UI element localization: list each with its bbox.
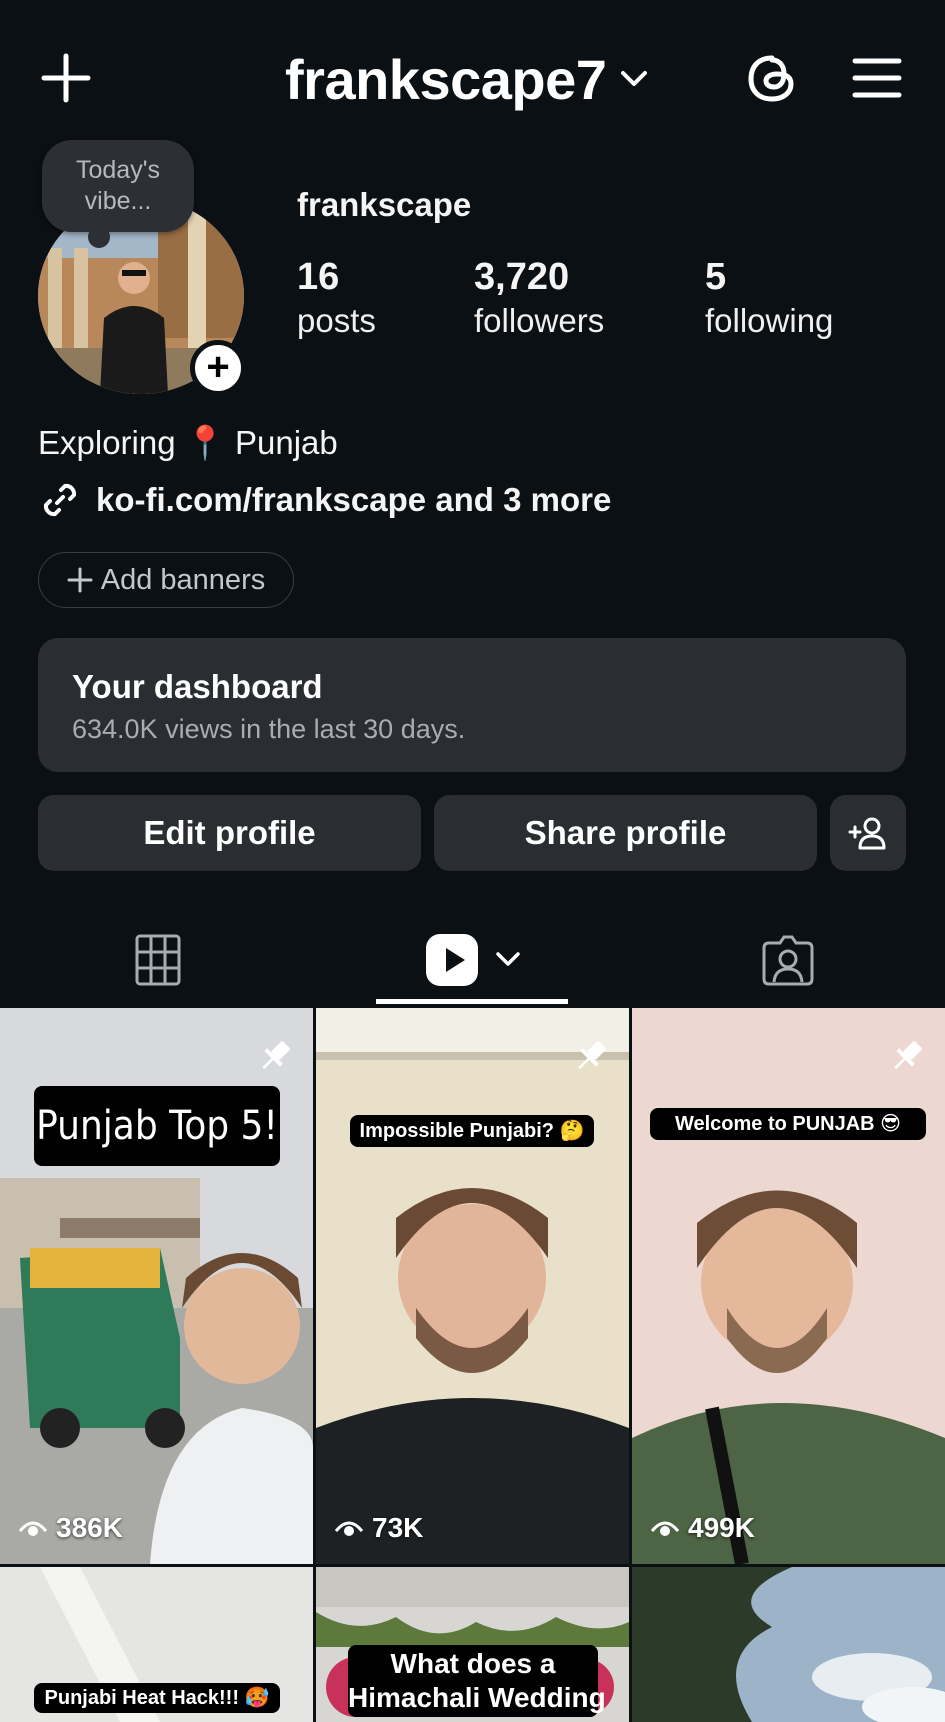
reel-caption: Punjabi Heat Hack!!! 🥵 xyxy=(34,1683,280,1713)
edit-profile-button[interactable]: Edit profile xyxy=(38,795,421,871)
pin-icon xyxy=(262,1041,290,1070)
pin-icon xyxy=(894,1041,922,1070)
menu-button[interactable] xyxy=(852,56,902,100)
chevron-down-icon xyxy=(621,71,648,86)
reel-thumbnail xyxy=(632,1008,945,1564)
add-story-button[interactable]: + xyxy=(190,340,246,396)
threads-icon xyxy=(748,55,794,102)
add-person-icon xyxy=(848,817,886,850)
link-icon xyxy=(43,483,77,517)
plus-icon: + xyxy=(206,345,230,389)
stat-following[interactable]: 5 following xyxy=(705,255,833,343)
eye-icon xyxy=(334,1521,364,1536)
hamburger-menu-icon xyxy=(852,58,902,98)
reel-caption-line: What does a xyxy=(390,1648,556,1679)
note-text: Today's vibe... xyxy=(76,156,160,215)
share-profile-label: Share profile xyxy=(524,814,727,851)
grid-icon xyxy=(135,934,180,986)
threads-button[interactable] xyxy=(744,50,800,106)
stat-followers[interactable]: 3,720 followers xyxy=(474,255,604,343)
view-count: 499K xyxy=(650,1512,755,1544)
stat-label: posts xyxy=(297,302,376,339)
view-count: 386K xyxy=(18,1512,123,1544)
tagged-person-icon xyxy=(762,935,813,986)
add-banners-button[interactable]: Add banners xyxy=(38,552,294,608)
stat-label: followers xyxy=(474,302,605,339)
username-title: frankscape7 xyxy=(285,47,607,111)
add-banners-label: Add banners xyxy=(100,563,266,596)
bio-text: Exploring 📍 Punjab xyxy=(38,424,338,461)
view-count-value: 386K xyxy=(56,1512,123,1543)
reel-caption: Punjab Top 5! xyxy=(34,1086,280,1166)
reel-tile[interactable] xyxy=(632,1567,945,1722)
plus-icon xyxy=(67,567,93,593)
edit-profile-label: Edit profile xyxy=(143,814,316,851)
active-tab-indicator xyxy=(376,999,568,1004)
reel-tile[interactable]: What does a Himachali Wedding xyxy=(316,1567,629,1722)
view-count-value: 499K xyxy=(688,1512,755,1543)
account-switcher[interactable]: frankscape7 xyxy=(285,44,648,114)
stat-value: 16 xyxy=(297,256,340,298)
stat-value: 5 xyxy=(705,256,727,298)
top-bar: frankscape7 xyxy=(0,0,945,150)
reel-tile[interactable]: Punjab Top 5! 386K xyxy=(0,1008,313,1564)
eye-icon xyxy=(650,1521,680,1536)
tab-tagged[interactable] xyxy=(630,920,945,1000)
dashboard-card[interactable]: Your dashboard 634.0K views in the last … xyxy=(38,638,906,772)
note-bubble[interactable]: Today's vibe... xyxy=(42,140,194,248)
eye-icon xyxy=(18,1521,48,1536)
link-text: ko-fi.com/frankscape and 3 more xyxy=(96,481,612,518)
view-count-value: 73K xyxy=(372,1512,424,1543)
create-post-button[interactable] xyxy=(40,52,92,104)
tab-posts-grid[interactable] xyxy=(0,920,315,1000)
reel-caption-line: Himachali Wedding xyxy=(348,1682,606,1713)
view-count: 73K xyxy=(334,1512,423,1544)
reel-tile[interactable]: Impossible Punjabi? 🤔 73K xyxy=(316,1008,629,1564)
reel-thumbnail xyxy=(316,1008,629,1564)
discover-people-button[interactable] xyxy=(830,795,906,871)
reels-icon xyxy=(425,934,478,986)
stat-label: following xyxy=(705,302,834,339)
profile-link[interactable]: ko-fi.com/frankscape and 3 more xyxy=(38,478,611,522)
chevron-down-icon xyxy=(495,952,520,966)
share-profile-button[interactable]: Share profile xyxy=(434,795,817,871)
tab-reels[interactable] xyxy=(315,920,630,1000)
reel-tile[interactable]: Punjabi Heat Hack!!! 🥵 xyxy=(0,1567,313,1722)
stat-posts[interactable]: 16 posts xyxy=(297,255,376,343)
dashboard-title: Your dashboard xyxy=(72,668,323,705)
pin-icon xyxy=(578,1041,606,1070)
plus-icon xyxy=(41,53,91,103)
reel-caption: Impossible Punjabi? 🤔 xyxy=(350,1115,594,1147)
display-name: frankscape xyxy=(297,186,472,223)
reel-caption: What does a Himachali Wedding xyxy=(348,1645,606,1717)
dashboard-subtitle: 634.0K views in the last 30 days. xyxy=(72,714,466,744)
stat-value: 3,720 xyxy=(474,256,570,298)
reel-caption: Welcome to PUNJAB 😎 xyxy=(650,1108,926,1140)
reel-tile[interactable]: Welcome to PUNJAB 😎 499K xyxy=(632,1008,945,1564)
reel-thumbnail xyxy=(632,1567,945,1722)
